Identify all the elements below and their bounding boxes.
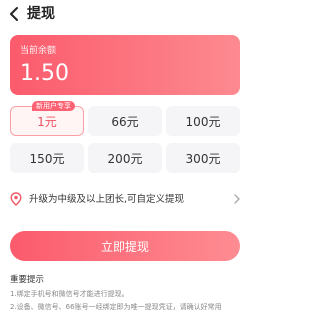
upgrade-text: 升级为中级及以上团长,可自定义提现	[29, 194, 185, 205]
amount-option-100[interactable]: 100元	[166, 106, 240, 136]
amount-option-200[interactable]: 200元	[88, 143, 162, 173]
amount-option-150[interactable]: 150元	[10, 143, 84, 173]
tips-title: 重要提示	[10, 275, 45, 285]
balance-card: 当前余额 1.50	[10, 35, 240, 95]
balance-label: 当前余额	[20, 46, 57, 56]
back-arrow-icon[interactable]	[7, 6, 23, 22]
tip-item: 1.绑定手机号和微信号才能进行提现。	[10, 290, 129, 298]
location-pin-icon	[10, 192, 22, 206]
withdraw-button[interactable]: 立即提现	[10, 231, 240, 261]
balance-value: 1.50	[20, 61, 69, 86]
tip-item: 2.设备、微信号、66账号一经绑定即为唯一提现凭证，请确认好常用	[10, 303, 222, 311]
upgrade-row[interactable]: 升级为中级及以上团长,可自定义提现	[10, 191, 242, 209]
amount-option-66[interactable]: 66元	[88, 106, 162, 136]
amount-option-300[interactable]: 300元	[166, 143, 240, 173]
nav-bar: 提现	[0, 0, 250, 28]
chevron-right-icon	[234, 194, 240, 204]
new-user-badge: 新用户专享	[32, 101, 75, 111]
page-title: 提现	[27, 6, 55, 22]
